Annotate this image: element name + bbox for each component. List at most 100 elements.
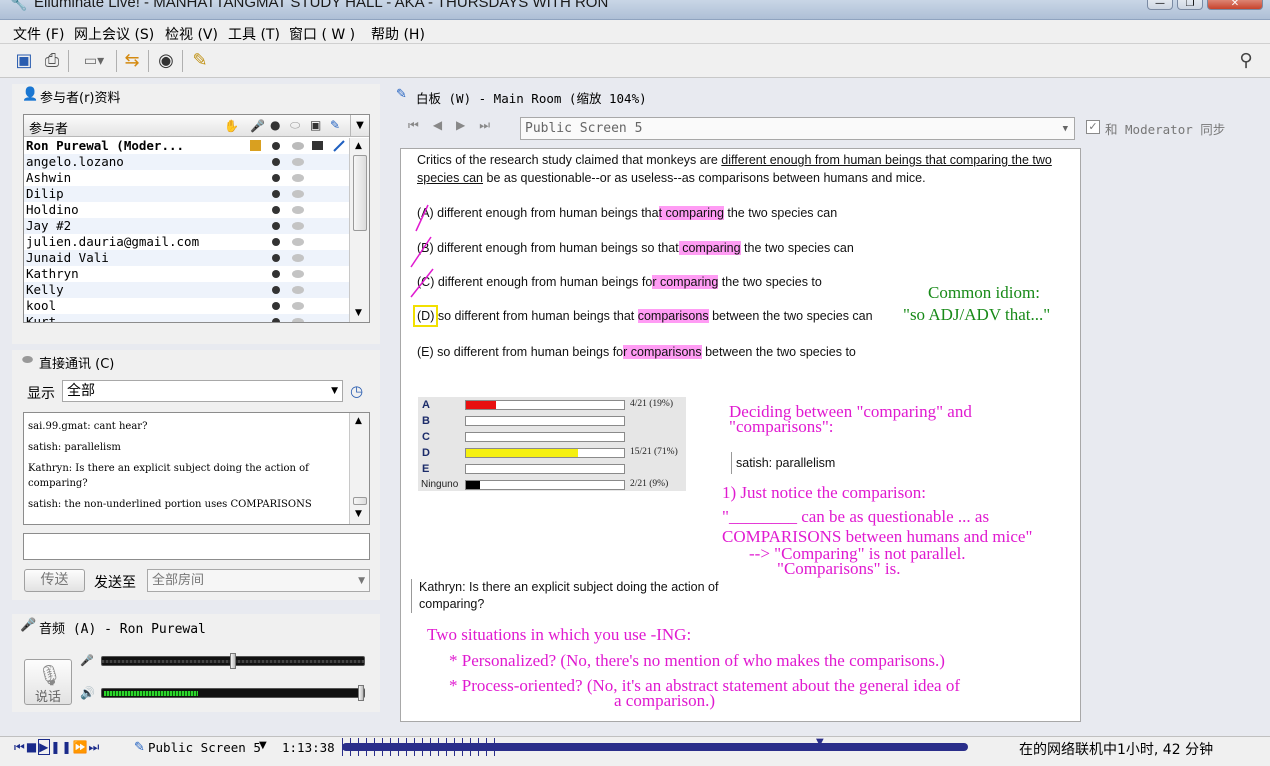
mic-level-icon: 🎤 (80, 654, 94, 667)
personalized-note: * Personalized? (No, there's no mention … (449, 651, 945, 670)
microphone-icon: 🎤 (250, 119, 265, 133)
menu-view[interactable]: 检视 (V) (165, 24, 218, 44)
participants-list[interactable]: 参与者 ✋ 🎤 ● ⬭ ▣ ✎ ▼ Ron Purewal (Moder... … (23, 114, 370, 323)
poll-label-b: B (422, 415, 430, 427)
transfer-icon[interactable]: ⇆ (120, 49, 144, 73)
poll-bar-none (465, 480, 625, 490)
whiteboard-icon: ✎ (330, 118, 341, 132)
speaker-icon: 🔊 (80, 686, 95, 700)
webcam-icon[interactable]: ◉ (154, 49, 178, 73)
minimize-button[interactable]: — (1147, 0, 1173, 10)
idiom-note-line1: Common idiom: (928, 283, 1040, 302)
poll-bar-b (465, 416, 625, 426)
screen-nav-buttons: ⏮◀▶⏭ (408, 118, 516, 138)
scroll-down-icon[interactable]: ▼ (355, 509, 362, 519)
chevron-down-icon[interactable]: ▼ (259, 740, 267, 751)
playback-bar: ⏮■▶❚❚⏩⏭ ✎ Public Screen 5 ▼ 1:13:38 ▼ 在的… (0, 736, 1270, 766)
poll-bar-a-fill (466, 401, 497, 409)
print-icon[interactable]: ⎙ (40, 49, 64, 73)
appshare-icon: ▣ (310, 118, 322, 132)
scroll-down-icon[interactable]: ▼ (355, 308, 362, 318)
playback-position-marker[interactable]: ▼ (816, 737, 824, 748)
clock-icon[interactable]: ◷ (350, 382, 363, 400)
chat-scroll-thumb[interactable] (353, 497, 367, 505)
microphone-icon: 🎙 (37, 663, 63, 687)
rewind-start-icon[interactable]: ⏮ (14, 740, 26, 754)
chevron-down-icon: ▼ (331, 386, 338, 396)
menu-tools[interactable]: 工具 (T) (228, 24, 280, 44)
chat-filter-select[interactable]: 全部 ▼ (62, 380, 343, 402)
network-status-icon: ⚲ (1239, 50, 1253, 71)
talk-button[interactable]: 🎙 说话 (24, 659, 72, 705)
stop-icon[interactable]: ■ (26, 740, 38, 754)
save-icon[interactable]: ▣ (12, 49, 36, 73)
speaker-volume-slider[interactable] (101, 685, 365, 701)
layout-dropdown-icon[interactable]: ▭▾ (74, 49, 114, 73)
poll-label-c: C (422, 431, 430, 443)
sync-checkbox[interactable]: ✓ (1086, 120, 1100, 134)
scroll-up-icon[interactable]: ▲ (355, 416, 362, 426)
next-screen-icon[interactable]: ▶ (456, 118, 479, 132)
screen-pencil-icon: ✎ (134, 740, 145, 755)
prev-screen-icon[interactable]: ◀ (433, 118, 456, 132)
participants-title: 参与者(r)资料 (40, 91, 121, 106)
whiteboard-title: 白板 (W) - Main Room (缩放 104%) (416, 91, 647, 106)
playback-time: 1:13:38 (282, 740, 335, 755)
playback-timeline[interactable]: ▼ (342, 737, 968, 756)
playback-controls: ⏮■▶❚❚⏩⏭ (14, 739, 100, 755)
idiom-note-line2: "so ADJ/ADV that..." (903, 305, 1051, 324)
menu-file[interactable]: 文件 (F) (13, 24, 64, 44)
poll-value-d: 15/21 (71%) (630, 447, 678, 457)
close-button[interactable]: ✕ (1207, 0, 1263, 10)
chat-title: 直接通讯 (C) (39, 357, 115, 372)
chat-input[interactable] (23, 533, 370, 560)
menu-help[interactable]: 帮助 (H) (371, 24, 425, 44)
send-button[interactable]: 传送 (24, 569, 85, 592)
skip-end-icon[interactable]: ⏭ (88, 740, 100, 754)
participants-scrollbar[interactable]: ▲ ▼ (349, 138, 369, 322)
participants-column-header[interactable]: 参与者 (29, 118, 68, 137)
mic-volume-thumb[interactable] (230, 653, 236, 669)
fast-forward-icon[interactable]: ⏩ (73, 740, 89, 754)
chat-message: Kathryn: Is there an explicit subject do… (28, 463, 309, 489)
raise-hand-icon: ✋ (224, 119, 239, 133)
menu-bar: 文件 (F) 网上会议 (S) 检视 (V) 工具 (T) 窗口 ( W ) 帮… (0, 20, 1270, 44)
send-to-select[interactable]: 全部房间 ▼ (147, 569, 370, 592)
chat-filter-value: 全部 (67, 383, 95, 399)
poll-label-e: E (422, 463, 430, 475)
chat-messages[interactable]: sai.99.gmat: cant hear? satish: parallel… (23, 412, 370, 525)
send-to-label: 发送至 (94, 575, 136, 591)
screen-select[interactable]: Public Screen 5 ▼ (520, 117, 1075, 140)
poll-bar-c (465, 432, 625, 442)
menu-window[interactable]: 窗口 ( W ) (289, 24, 355, 44)
poll-bar-d (465, 448, 625, 458)
chat-scrollbar[interactable]: ▲ ▼ (349, 413, 369, 524)
title-bar: 🔧 Elluminate Live! - MANHATTANGMAT STUDY… (0, 0, 1270, 20)
notes-icon[interactable]: ✎ (188, 49, 212, 73)
first-screen-icon[interactable]: ⏮ (408, 118, 433, 132)
pause-icon[interactable]: ❚❚ (50, 740, 72, 754)
audio-mic-icon: 🎤 (20, 618, 37, 633)
poll-bar-none-fill (466, 481, 481, 489)
question-stem-line2: species can be as questionable--or as us… (417, 171, 926, 185)
menu-meeting[interactable]: 网上会议 (S) (74, 24, 154, 44)
play-icon[interactable]: ▶ (38, 739, 51, 755)
toolbar: ▣ ⎙ ▭▾ ⇆ ◉ ✎ ⚲ (0, 44, 1270, 78)
poll-label-a: A (422, 399, 430, 411)
arrow-note-line2: "Comparisons" is. (777, 559, 901, 578)
question-stem-line1: Critics of the research study claimed th… (417, 153, 1052, 167)
columns-chevron-down-icon[interactable]: ▼ (350, 115, 369, 136)
sync-label: 和 Moderator 同步 (1105, 122, 1226, 137)
participants-scroll-thumb[interactable] (353, 155, 367, 231)
status-screen[interactable]: Public Screen 5 (148, 740, 261, 755)
mic-volume-slider[interactable] (101, 653, 365, 669)
chat-message: satish: parallelism (28, 442, 121, 453)
choice-e: (E) so different from human beings for c… (417, 345, 856, 359)
scroll-up-icon[interactable]: ▲ (355, 141, 362, 151)
strike-marks (410, 204, 434, 298)
speaker-volume-thumb[interactable] (358, 685, 364, 701)
maximize-button[interactable]: ❐ (1177, 0, 1203, 10)
last-screen-icon[interactable]: ⏭ (479, 118, 504, 132)
chat-show-label: 显示 (27, 386, 55, 402)
whiteboard-canvas[interactable]: Critics of the research study claimed th… (400, 148, 1081, 722)
